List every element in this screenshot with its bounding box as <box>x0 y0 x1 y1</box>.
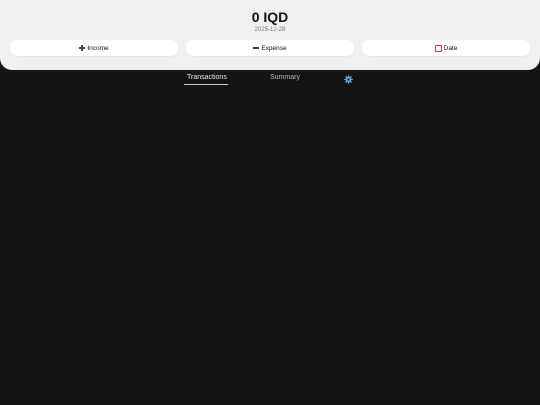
tab-transactions[interactable]: Transactions <box>187 74 227 81</box>
plus-icon <box>79 45 86 51</box>
calendar-icon <box>434 44 442 52</box>
tab-bar: Transactions Summary <box>0 74 540 88</box>
current-date: 2025-12-28 <box>254 27 286 33</box>
date-button[interactable]: Date <box>362 40 530 56</box>
tab-summary[interactable]: Summary <box>270 74 300 81</box>
active-tab-indicator <box>184 84 228 85</box>
gear-icon[interactable] <box>344 75 353 84</box>
balance-amount: 0 IQD <box>251 9 289 25</box>
minus-icon <box>253 47 260 49</box>
expense-label: Expense <box>261 44 287 52</box>
date-label: Date <box>443 44 458 52</box>
income-button[interactable]: Income <box>10 40 178 56</box>
balance-header: 0 IQD 2025-12-28 Income Expense Date <box>0 0 540 70</box>
income-label: Income <box>87 44 109 52</box>
expense-button[interactable]: Expense <box>186 40 354 56</box>
